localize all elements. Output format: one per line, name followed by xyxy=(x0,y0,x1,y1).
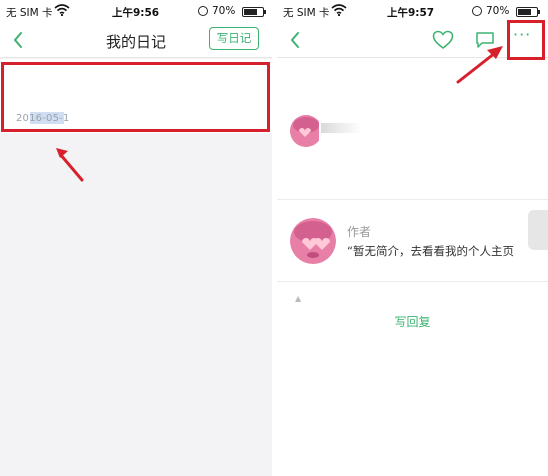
author-avatar[interactable] xyxy=(290,218,336,264)
author-label: 作者 xyxy=(347,225,372,239)
post-avatar xyxy=(289,115,319,147)
battery-fill xyxy=(244,9,257,15)
battery-fill xyxy=(518,9,531,15)
rotation-lock-icon xyxy=(472,6,482,16)
navigation-bar: 我的日记 写日记 xyxy=(0,22,272,58)
author-section[interactable]: 作者 “暂无简介，去看看我的个人主页 xyxy=(277,200,548,280)
like-heart-icon[interactable] xyxy=(432,30,454,50)
battery-icon xyxy=(242,7,266,17)
status-time: 上午9:57 xyxy=(387,7,435,19)
wifi-icon xyxy=(331,4,347,16)
back-chevron-icon[interactable] xyxy=(285,28,307,52)
battery-icon xyxy=(516,7,540,17)
screenshot-stage: 无 SIM 卡 上午9:56 70% 我的日记 写日记 2016-05-1 无 … xyxy=(0,0,548,476)
annotation-highlight-box xyxy=(1,62,270,132)
battery-tip xyxy=(538,10,540,14)
decorative-mark: ▲ xyxy=(295,294,302,303)
write-reply-button[interactable]: 写回复 xyxy=(277,313,548,330)
status-bar: 无 SIM 卡 上午9:57 70% xyxy=(277,0,548,22)
edge-card-peek xyxy=(528,210,548,250)
section-divider xyxy=(277,281,548,282)
status-bar: 无 SIM 卡 上午9:56 70% xyxy=(0,0,272,22)
battery-percent: 70% xyxy=(486,5,510,17)
battery-percent: 70% xyxy=(212,5,236,17)
carrier-label: 无 SIM 卡 xyxy=(6,7,53,19)
status-time: 上午9:56 xyxy=(112,7,160,19)
diary-detail-screen: 无 SIM 卡 上午9:57 70% ··· 作者 “暂无简介，去看看我的个人主… xyxy=(277,0,548,476)
battery-tip xyxy=(264,10,266,14)
annotation-arrow-icon xyxy=(56,148,84,182)
wifi-icon xyxy=(54,4,70,16)
carrier-label: 无 SIM 卡 xyxy=(283,7,330,19)
write-diary-button[interactable]: 写日记 xyxy=(209,27,259,50)
rotation-lock-icon xyxy=(198,6,208,16)
author-bio: “暂无简介，去看看我的个人主页 xyxy=(347,244,514,258)
annotation-highlight-box xyxy=(507,20,545,60)
annotation-arrow-icon xyxy=(456,46,503,84)
diary-list-screen: 无 SIM 卡 上午9:56 70% 我的日记 写日记 2016-05-1 xyxy=(0,0,272,476)
blurred-text xyxy=(321,123,361,133)
